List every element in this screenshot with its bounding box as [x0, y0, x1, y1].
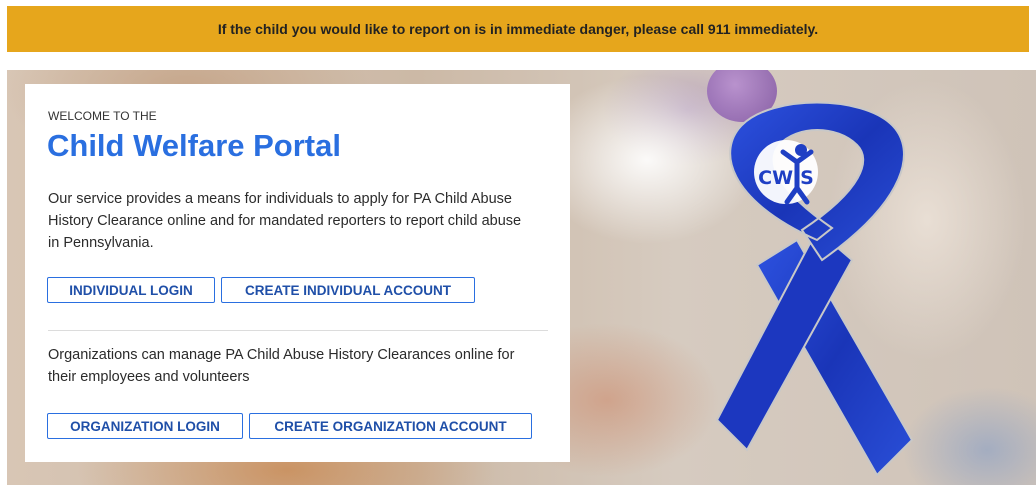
emergency-alert-text: If the child you would like to report on…	[217, 21, 819, 37]
create-organization-account-button[interactable]: CREATE ORGANIZATION ACCOUNT	[249, 413, 532, 439]
section-divider	[48, 330, 548, 331]
cwis-logo-text: CWIS	[758, 167, 814, 189]
individual-login-button[interactable]: INDIVIDUAL LOGIN	[47, 277, 215, 303]
page-title: Child Welfare Portal	[47, 128, 341, 163]
create-individual-account-button[interactable]: CREATE INDIVIDUAL ACCOUNT	[221, 277, 475, 303]
cwis-ribbon-logo: CWIS	[715, 101, 914, 477]
emergency-alert-banner: If the child you would like to report on…	[7, 6, 1029, 52]
welcome-card: WELCOME TO THE Child Welfare Portal Our …	[25, 84, 570, 462]
individual-description: Our service provides a means for individ…	[48, 191, 522, 251]
organization-login-button[interactable]: ORGANIZATION LOGIN	[47, 413, 243, 439]
welcome-eyebrow: WELCOME TO THE	[48, 109, 157, 123]
organization-description: Organizations can manage PA Child Abuse …	[48, 347, 515, 385]
